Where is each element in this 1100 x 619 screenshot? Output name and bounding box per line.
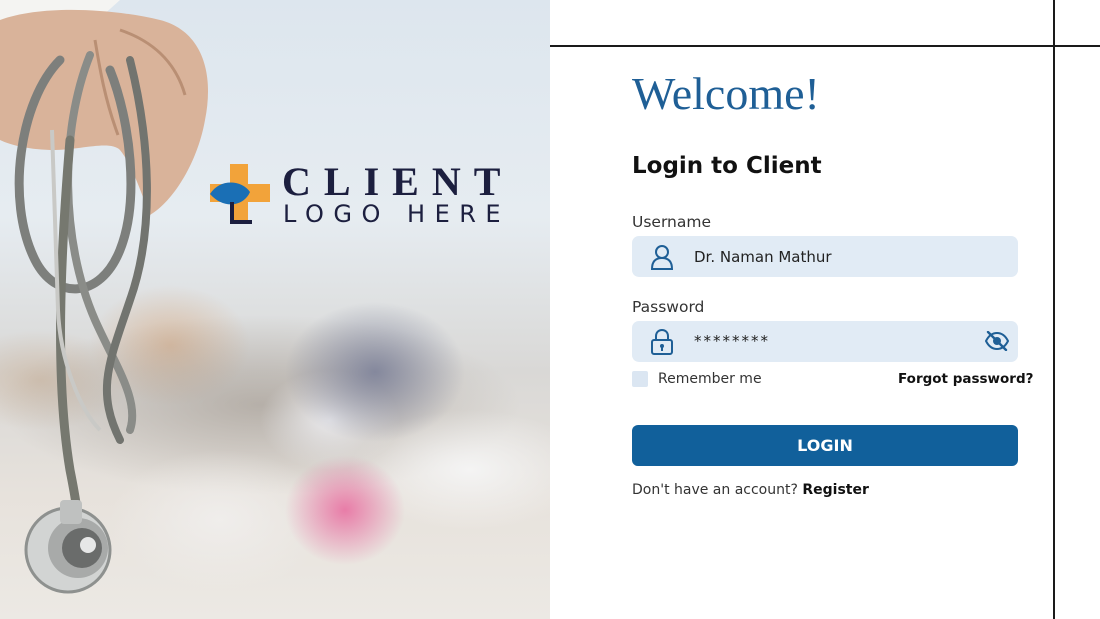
welcome-heading: Welcome!: [632, 68, 820, 119]
login-button[interactable]: LOGIN: [632, 425, 1018, 466]
eye-off-icon[interactable]: [985, 331, 1009, 351]
top-divider: [550, 45, 1100, 47]
client-logo: CLIENT LOGO HERE: [208, 160, 513, 230]
stethoscope-illustration: [0, 0, 208, 594]
password-field[interactable]: ********: [632, 321, 1018, 362]
right-divider: [1053, 0, 1055, 619]
username-label: Username: [632, 213, 712, 231]
register-prompt: Don't have an account? Register: [632, 482, 869, 498]
password-value[interactable]: ********: [694, 331, 770, 351]
medical-cross-leaf-logo-icon: [210, 164, 270, 224]
forgot-password-link[interactable]: Forgot password?: [898, 371, 1033, 387]
username-field[interactable]: Dr. Naman Mathur: [632, 236, 1018, 277]
register-prompt-text: Don't have an account?: [632, 482, 798, 498]
logo-line1: CLIENT: [282, 159, 514, 204]
tube-main: [56, 135, 84, 545]
logo-line2: LOGO HERE: [283, 200, 511, 228]
login-title: Login to Client: [632, 153, 822, 179]
lock-icon: [651, 329, 673, 355]
hero-image: CLIENT LOGO HERE: [0, 0, 550, 619]
username-value[interactable]: Dr. Naman Mathur: [694, 247, 832, 267]
remember-me-label[interactable]: Remember me: [658, 371, 762, 387]
user-icon: [650, 245, 674, 270]
remember-me-checkbox[interactable]: [632, 371, 648, 387]
register-link[interactable]: Register: [802, 482, 869, 498]
password-label: Password: [632, 298, 705, 316]
